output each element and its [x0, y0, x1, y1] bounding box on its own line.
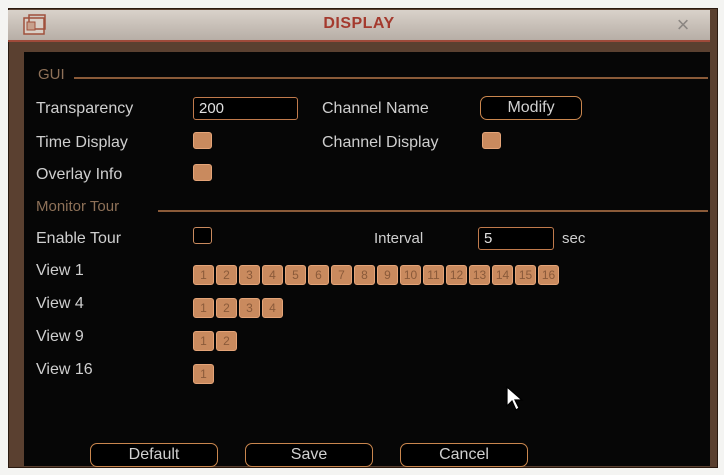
- view1-channel-3-toggle[interactable]: 3: [239, 265, 260, 285]
- close-icon[interactable]: ×: [672, 14, 694, 36]
- transparency-label: Transparency: [36, 100, 134, 117]
- title-bar: DISPLAY ×: [8, 10, 710, 42]
- view1-channel-15-toggle[interactable]: 15: [515, 265, 536, 285]
- view1-channel-5-toggle[interactable]: 5: [285, 265, 306, 285]
- interval-unit-label: sec: [562, 230, 586, 247]
- view1-channel-9-toggle[interactable]: 9: [377, 265, 398, 285]
- section-monitor-tour-divider: [158, 210, 708, 212]
- view1-channel-14-toggle[interactable]: 14: [492, 265, 513, 285]
- enable-tour-label: Enable Tour: [36, 230, 122, 247]
- view1-channel-16-toggle[interactable]: 16: [538, 265, 559, 285]
- view1-channel-11-toggle[interactable]: 11: [423, 265, 444, 285]
- view1-channel-6-toggle[interactable]: 6: [308, 265, 329, 285]
- section-gui-label: GUI: [38, 66, 65, 83]
- view1-channel-13-toggle[interactable]: 13: [469, 265, 490, 285]
- cancel-button[interactable]: Cancel: [400, 443, 528, 467]
- channel-name-label: Channel Name: [322, 100, 429, 117]
- view4-channel-4-toggle[interactable]: 4: [262, 298, 283, 318]
- view1-channel-1-toggle[interactable]: 1: [193, 265, 214, 285]
- view1-channel-10-toggle[interactable]: 10: [400, 265, 421, 285]
- channel-display-checkbox[interactable]: [482, 132, 501, 149]
- interval-input[interactable]: 5: [478, 227, 554, 250]
- overlay-info-checkbox[interactable]: [193, 164, 212, 181]
- view9-channel-2-toggle[interactable]: 2: [216, 331, 237, 351]
- save-button[interactable]: Save: [245, 443, 373, 467]
- view1-channel-2-toggle[interactable]: 2: [216, 265, 237, 285]
- time-display-label: Time Display: [36, 134, 128, 151]
- section-gui-divider: [74, 77, 708, 79]
- overlay-info-label: Overlay Info: [36, 166, 123, 183]
- window-title: DISPLAY: [323, 15, 395, 32]
- transparency-input[interactable]: 200: [193, 97, 298, 120]
- view1-label: View 1: [36, 262, 84, 279]
- view4-channel-1-toggle[interactable]: 1: [193, 298, 214, 318]
- interval-label: Interval: [374, 230, 424, 247]
- view1-channel-7-toggle[interactable]: 7: [331, 265, 352, 285]
- modify-button[interactable]: Modify: [480, 96, 582, 120]
- view4-channel-2-toggle[interactable]: 2: [216, 298, 237, 318]
- time-display-checkbox[interactable]: [193, 132, 212, 149]
- default-button[interactable]: Default: [90, 443, 218, 467]
- view9-channel-1-toggle[interactable]: 1: [193, 331, 214, 351]
- channel-display-label: Channel Display: [322, 134, 439, 151]
- section-monitor-tour-label: Monitor Tour: [36, 198, 120, 215]
- view16-label: View 16: [36, 361, 93, 378]
- view1-channel-8-toggle[interactable]: 8: [354, 265, 375, 285]
- view4-channel-3-toggle[interactable]: 3: [239, 298, 260, 318]
- view1-channel-4-toggle[interactable]: 4: [262, 265, 283, 285]
- mouse-pointer-icon: [506, 385, 524, 417]
- view9-label: View 9: [36, 328, 84, 345]
- view16-channel-1-toggle[interactable]: 1: [193, 364, 214, 384]
- enable-tour-checkbox[interactable]: [193, 227, 212, 244]
- view1-channel-12-toggle[interactable]: 12: [446, 265, 467, 285]
- view4-label: View 4: [36, 295, 84, 312]
